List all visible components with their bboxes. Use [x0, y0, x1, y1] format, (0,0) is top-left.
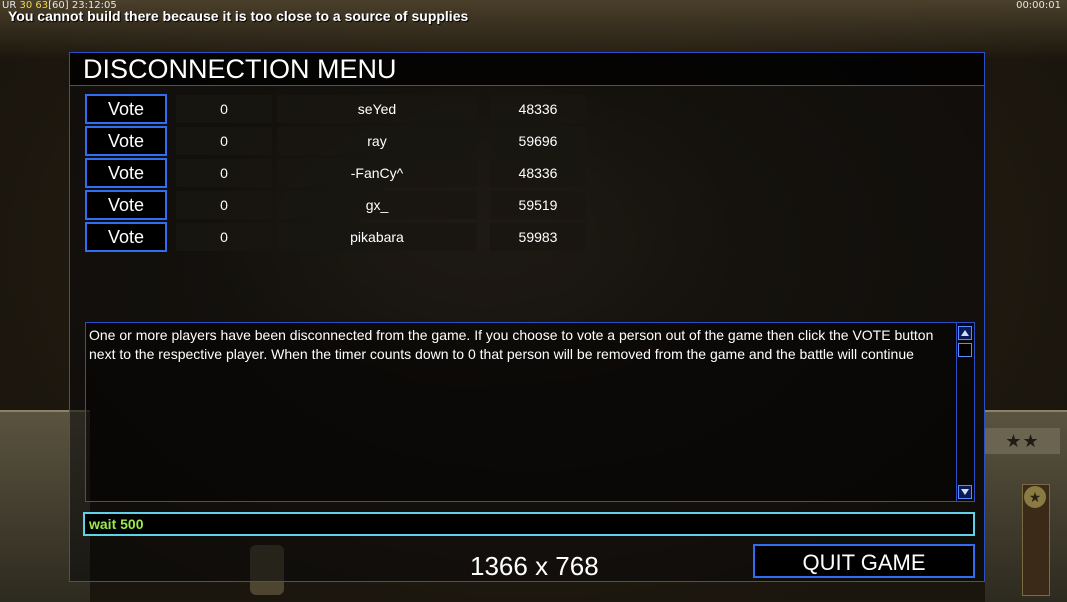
vote-button[interactable]: Vote — [85, 190, 167, 220]
disconnect-message: One or more players have been disconnect… — [89, 327, 934, 362]
vote-button[interactable]: Vote — [85, 94, 167, 124]
disconnect-timer: 48336 — [490, 159, 586, 187]
scroll-down-arrow-icon[interactable] — [958, 485, 972, 499]
player-name: pikabara — [277, 223, 477, 251]
general-star-icon: ★ — [1024, 486, 1046, 508]
player-name: ray — [277, 127, 477, 155]
vote-button[interactable]: Vote — [85, 126, 167, 156]
build-warning-message: You cannot build there because it is too… — [8, 8, 469, 24]
disconnect-timer: 59983 — [490, 223, 586, 251]
menu-title: DISCONNECTION MENU — [83, 54, 397, 84]
scroll-up-arrow-icon[interactable] — [958, 326, 972, 340]
player-name: gx_ — [277, 191, 477, 219]
resolution-label: 1366 x 768 — [470, 551, 599, 581]
scroll-thumb[interactable] — [958, 343, 972, 357]
player-name: -FanCy^ — [277, 159, 477, 187]
disconnect-timer: 48336 — [490, 95, 586, 123]
player-name: seYed — [277, 95, 477, 123]
vote-count: 0 — [176, 159, 272, 187]
vote-button[interactable]: Vote — [85, 158, 167, 188]
vote-count: 0 — [176, 95, 272, 123]
vote-button[interactable]: Vote — [85, 222, 167, 252]
disconnect-timer: 59696 — [490, 127, 586, 155]
vote-count: 0 — [176, 127, 272, 155]
vote-count: 0 — [176, 223, 272, 251]
match-clock: 00:00:01 — [1016, 0, 1061, 11]
quit-game-button[interactable]: QUIT GAME — [753, 544, 975, 578]
disconnect-timer: 59519 — [490, 191, 586, 219]
rank-stars-icon: ★★ — [985, 428, 1060, 454]
chat-input[interactable] — [83, 512, 975, 536]
vote-count: 0 — [176, 191, 272, 219]
